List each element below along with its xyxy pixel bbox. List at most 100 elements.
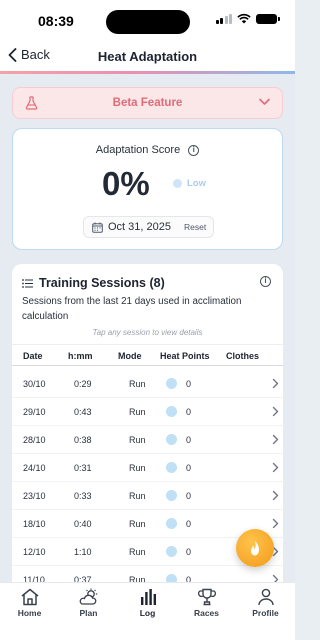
tab-races[interactable]: Races xyxy=(177,588,236,618)
column-date: Date xyxy=(23,351,43,361)
header-accent-bar xyxy=(0,71,295,74)
cell-duration: 0:40 xyxy=(74,519,92,529)
table-row[interactable]: 28/10 0:38 Run 0 xyxy=(12,426,283,454)
cell-duration: 0:29 xyxy=(74,379,92,389)
cell-date: 28/10 xyxy=(23,435,46,445)
cell-date: 18/10 xyxy=(23,519,46,529)
heat-level-dot-icon xyxy=(166,378,177,389)
cell-mode: Run xyxy=(129,435,146,445)
table-row[interactable]: 23/10 0:33 Run 0 xyxy=(12,482,283,510)
tab-log[interactable]: Log xyxy=(118,588,177,618)
cell-heat-points: 0 xyxy=(186,519,192,529)
adaptation-score-card: Adaptation Score i 0% Low Oct 31, 2025 R… xyxy=(12,128,283,250)
tab-log-label: Log xyxy=(139,608,156,618)
heat-level-dot-icon xyxy=(166,434,177,445)
date-picker[interactable]: Oct 31, 2025 Reset xyxy=(83,216,214,238)
tab-home[interactable]: Home xyxy=(0,588,59,618)
cell-date: 29/10 xyxy=(23,407,46,417)
chevron-down-icon xyxy=(259,98,270,105)
chevron-right-icon xyxy=(272,462,279,473)
list-icon xyxy=(22,278,33,288)
battery-icon xyxy=(256,13,280,24)
cell-duration: 0:33 xyxy=(74,491,92,501)
tab-plan[interactable]: Plan xyxy=(59,588,118,618)
screen: 08:39 Back Heat Adaptation Beta Feature … xyxy=(0,0,295,640)
chevron-right-icon xyxy=(272,518,279,529)
chevron-right-icon xyxy=(272,490,279,501)
trophy-icon xyxy=(197,588,216,606)
tab-bar: Home Plan Log Races Profile xyxy=(0,582,295,640)
table-row[interactable]: 30/10 0:29 Run 0 xyxy=(12,370,283,398)
column-mode: Mode xyxy=(118,351,142,361)
cell-heat-points: 0 xyxy=(186,379,192,389)
score-title-row: Adaptation Score i xyxy=(13,144,282,156)
cell-duration: 0:38 xyxy=(74,435,92,445)
status-icons xyxy=(215,13,280,24)
tab-plan-label: Plan xyxy=(79,608,98,618)
column-duration: h:mm xyxy=(68,351,93,361)
cell-heat-points: 0 xyxy=(186,435,192,445)
selected-date: Oct 31, 2025 xyxy=(108,221,171,233)
status-time: 08:39 xyxy=(38,13,74,29)
table-header: Date h:mm Mode Heat Points Clothes xyxy=(12,344,283,366)
column-clothes: Clothes xyxy=(226,351,260,361)
cell-date: 23/10 xyxy=(23,491,46,501)
cell-duration: 0:43 xyxy=(74,407,92,417)
nav-bar: Back Heat Adaptation xyxy=(0,40,295,72)
cell-duration: 1:10 xyxy=(74,547,92,557)
sessions-hint: Tap any session to view details xyxy=(92,328,203,337)
sessions-header: Training Sessions (8) xyxy=(22,276,165,290)
cell-heat-points: 0 xyxy=(186,547,192,557)
score-level-badge: Low xyxy=(173,178,206,189)
bar-chart-icon xyxy=(140,589,156,605)
table-row[interactable]: 24/10 0:31 Run 0 xyxy=(12,454,283,482)
signal-icon xyxy=(215,13,232,24)
beta-feature-label: Beta Feature xyxy=(112,97,183,109)
cell-mode: Run xyxy=(129,491,146,501)
sessions-description: Sessions from the last 21 days used in a… xyxy=(22,296,242,322)
cell-heat-points: 0 xyxy=(186,407,192,417)
sessions-info-icon[interactable]: i xyxy=(260,276,271,287)
level-dot-icon xyxy=(173,179,182,188)
score-level: Low xyxy=(187,178,206,189)
cell-mode: Run xyxy=(129,519,146,529)
home-icon xyxy=(21,588,38,606)
chevron-right-icon xyxy=(272,378,279,389)
weather-icon xyxy=(79,588,97,605)
cell-date: 24/10 xyxy=(23,463,46,473)
heat-level-dot-icon xyxy=(166,518,177,529)
cell-duration: 0:31 xyxy=(74,463,92,473)
tab-home-label: Home xyxy=(17,608,42,618)
tab-races-label: Races xyxy=(193,608,220,618)
reset-button[interactable]: Reset xyxy=(184,222,206,232)
tab-profile[interactable]: Profile xyxy=(236,588,295,618)
status-bar: 08:39 xyxy=(0,0,295,40)
column-heat-points: Heat Points xyxy=(160,351,210,361)
cell-mode: Run xyxy=(129,379,146,389)
calendar-icon xyxy=(92,222,103,233)
beta-feature-banner[interactable]: Beta Feature xyxy=(12,87,283,119)
sessions-title: Training Sessions (8) xyxy=(39,276,165,290)
cell-date: 30/10 xyxy=(23,379,46,389)
cell-heat-points: 0 xyxy=(186,491,192,501)
dynamic-island xyxy=(106,10,190,34)
heat-fab-button[interactable] xyxy=(236,529,274,567)
score-title: Adaptation Score xyxy=(95,144,181,156)
chevron-right-icon xyxy=(272,434,279,445)
heat-level-dot-icon xyxy=(166,462,177,473)
wifi-icon xyxy=(237,13,251,24)
tab-profile-label: Profile xyxy=(252,608,279,618)
score-value: 0% xyxy=(102,165,150,202)
info-icon[interactable]: i xyxy=(188,144,200,156)
cell-date: 12/10 xyxy=(23,547,46,557)
page-title: Heat Adaptation xyxy=(97,49,198,64)
heat-level-dot-icon xyxy=(166,490,177,501)
cell-mode: Run xyxy=(129,547,146,557)
person-icon xyxy=(257,588,274,606)
flame-icon xyxy=(251,540,259,556)
chevron-right-icon xyxy=(272,406,279,417)
heat-level-dot-icon xyxy=(166,406,177,417)
cell-heat-points: 0 xyxy=(186,463,192,473)
table-row[interactable]: 29/10 0:43 Run 0 xyxy=(12,398,283,426)
heat-level-dot-icon xyxy=(166,546,177,557)
